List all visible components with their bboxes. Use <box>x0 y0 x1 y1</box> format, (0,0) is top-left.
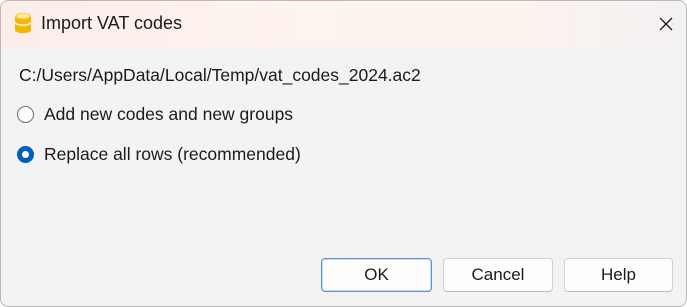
option-label: Replace all rows (recommended) <box>44 143 301 164</box>
dialog-title: Import VAT codes <box>41 13 183 33</box>
close-button[interactable] <box>653 11 679 37</box>
close-icon <box>659 17 673 31</box>
radio-dot-icon <box>22 150 29 158</box>
help-button[interactable]: Help <box>564 258 673 292</box>
import-vat-codes-dialog: Import VAT codes C:/Users/AppData/Local/… <box>0 0 687 307</box>
radio-button-unselected[interactable] <box>17 105 34 123</box>
option-add-new-codes[interactable]: Add new codes and new groups <box>17 103 293 125</box>
cancel-button[interactable]: Cancel <box>443 258 553 292</box>
ok-button[interactable]: OK <box>321 258 432 292</box>
database-cylinder-icon <box>14 12 32 34</box>
radio-button-selected[interactable] <box>17 145 34 163</box>
file-path-label: C:/Users/AppData/Local/Temp/vat_codes_20… <box>19 65 421 85</box>
option-replace-all-rows[interactable]: Replace all rows (recommended) <box>17 143 301 165</box>
option-label: Add new codes and new groups <box>44 103 294 124</box>
title-bar: Import VAT codes <box>1 1 686 47</box>
